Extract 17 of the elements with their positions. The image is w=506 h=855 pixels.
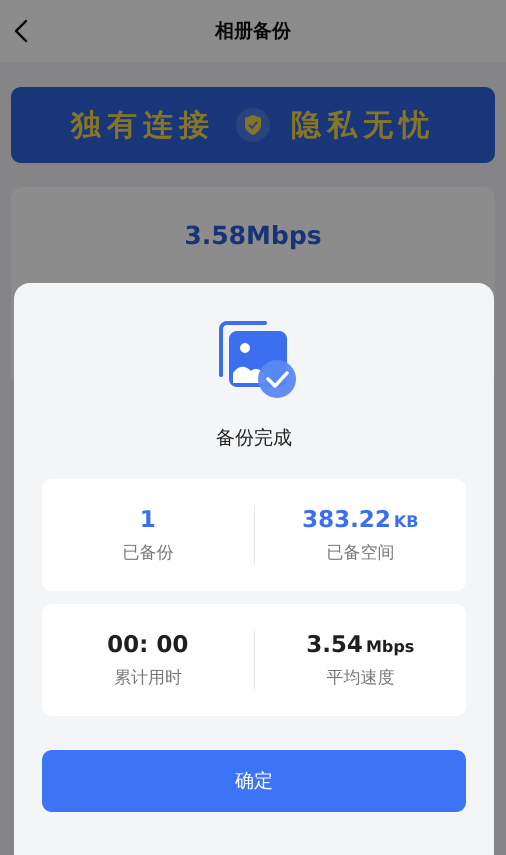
- banner-text: 隐私无忧: [291, 106, 435, 144]
- stat-value: 383.22: [302, 506, 391, 532]
- banner-text: 独有连接: [71, 106, 215, 144]
- stat-value: 1: [140, 506, 156, 532]
- stat-label: 累计用时: [114, 666, 182, 688]
- stat-label: 已备份: [122, 542, 174, 564]
- speed-value: 3.58Mbps: [184, 221, 322, 252]
- stat-label: 已备空间: [326, 542, 394, 564]
- confirm-button[interactable]: 确定: [42, 750, 466, 812]
- stat-unit: Mbps: [366, 636, 414, 656]
- stat-value: 00: 00: [107, 632, 188, 658]
- stat-unit: KB: [394, 512, 418, 530]
- dialog-title: 备份完成: [216, 426, 292, 451]
- back-icon: [14, 19, 28, 43]
- page-title: 相册备份: [215, 19, 291, 44]
- stat-value: 3.54: [306, 632, 363, 658]
- stat-label: 平均速度: [326, 666, 394, 688]
